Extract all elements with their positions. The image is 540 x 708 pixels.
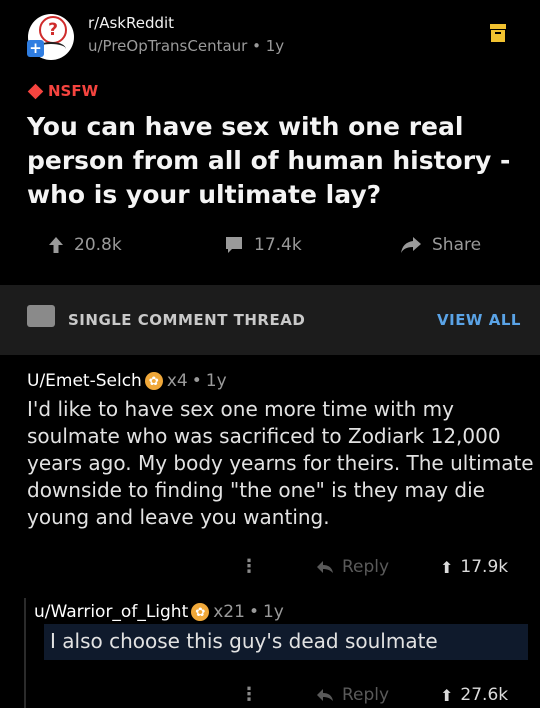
- comment-author[interactable]: u/Warrior_of_Light: [34, 602, 188, 622]
- award-count: x21: [213, 602, 245, 622]
- upvote-button[interactable]: 20.8k: [48, 235, 122, 255]
- share-button[interactable]: Share: [400, 235, 481, 255]
- view-all-link[interactable]: VIEW ALL: [437, 311, 521, 329]
- more-icon: ⋮: [240, 684, 258, 705]
- reply-icon: [317, 561, 333, 573]
- nsfw-diamond-icon: [27, 83, 44, 99]
- upvote-icon: ⬆: [440, 685, 454, 705]
- upvote-icon: ⬆: [440, 557, 454, 577]
- upvote-count: 20.8k: [74, 235, 122, 255]
- share-arrow-icon: [401, 237, 421, 253]
- reply-icon: [317, 689, 333, 701]
- save-icon[interactable]: [489, 23, 507, 43]
- comment-header: u/Warrior_of_Light ✿ x21 • 1y: [34, 602, 284, 622]
- comments-button[interactable]: 17.4k: [224, 235, 302, 255]
- comment-age: 1y: [205, 371, 227, 391]
- more-options-button[interactable]: ⋮: [240, 684, 258, 705]
- reply-button[interactable]: Reply: [316, 557, 389, 577]
- thread-label: SINGLE COMMENT THREAD: [68, 311, 306, 329]
- post-meta: u/PreOpTransCentaur • 1y: [88, 37, 285, 55]
- upvote-icon: [49, 237, 63, 253]
- reply-label: Reply: [342, 685, 390, 705]
- post-author[interactable]: u/PreOpTransCentaur: [88, 37, 247, 55]
- more-options-button[interactable]: ⋮: [240, 556, 258, 577]
- post-title[interactable]: You can have sex with one real person fr…: [27, 110, 517, 212]
- nsfw-badge: NSFW: [27, 82, 98, 100]
- comment-icon: [226, 237, 242, 253]
- award-count: x4: [166, 371, 188, 391]
- comment-score-value: 17.9k: [460, 557, 509, 577]
- subreddit-name[interactable]: r/AskReddit: [88, 14, 174, 32]
- comment-score[interactable]: ⬆ 27.6k: [440, 685, 508, 705]
- more-icon: ⋮: [240, 556, 258, 577]
- thread-icon: [27, 305, 55, 327]
- comment-age: 1y: [262, 602, 284, 622]
- comment-count: 17.4k: [254, 235, 302, 255]
- comment-score[interactable]: ⬆ 17.9k: [440, 557, 508, 577]
- award-icon[interactable]: ✿: [191, 603, 210, 621]
- comment-body: I also choose this guy's dead soulmate: [50, 629, 438, 653]
- comment-header: U/Emet-Selch ✿ x4 • 1y: [27, 371, 227, 391]
- share-label: Share: [432, 235, 482, 255]
- comment-body: I'd like to have sex one more time with …: [27, 397, 534, 529]
- award-icon[interactable]: ✿: [144, 372, 163, 390]
- comment-score-value: 27.6k: [460, 685, 509, 705]
- comment-author[interactable]: U/Emet-Selch: [27, 371, 142, 391]
- join-plus-icon[interactable]: +: [27, 40, 44, 57]
- nsfw-label: NSFW: [48, 82, 99, 100]
- reply-button[interactable]: Reply: [316, 685, 389, 705]
- reply-label: Reply: [342, 557, 390, 577]
- post-age: 1y: [265, 37, 285, 55]
- thread-line[interactable]: [24, 598, 26, 708]
